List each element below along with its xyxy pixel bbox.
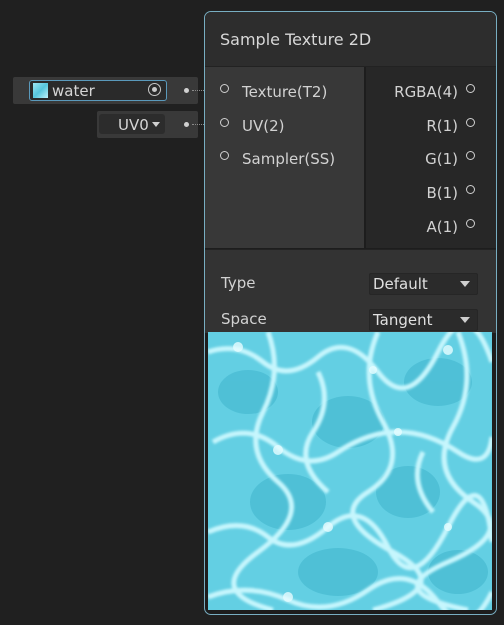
- g-output-port-icon[interactable]: [466, 151, 475, 160]
- texture-input-connector[interactable]: [184, 88, 189, 93]
- node-header[interactable]: Sample Texture 2D: [205, 12, 496, 67]
- uv-port-icon[interactable]: [220, 118, 229, 127]
- texture-thumbnail: [33, 83, 48, 98]
- texture-input-box: water: [13, 77, 198, 104]
- input-port-label-sampler: Sampler(SS): [242, 150, 336, 168]
- type-value: Default: [373, 275, 428, 293]
- chevron-down-icon: [152, 122, 160, 127]
- output-port-label-r: R(1): [426, 117, 458, 135]
- chevron-down-icon: [460, 317, 470, 323]
- output-port-label-b: B(1): [426, 184, 458, 202]
- node-settings: Type Default Space Tangent: [205, 249, 496, 333]
- output-ports: RGBA(4) R(1) G(1) B(1) A(1): [366, 67, 496, 248]
- chevron-down-icon: [460, 281, 470, 287]
- rgba-output-port-icon[interactable]: [466, 84, 475, 93]
- texture-preview: [207, 321, 495, 614]
- a-output-port-icon[interactable]: [466, 219, 475, 228]
- b-output-port-icon[interactable]: [466, 185, 475, 194]
- texture-name: water: [52, 82, 95, 100]
- uv-channel-dropdown[interactable]: UV0: [99, 114, 165, 134]
- object-picker-target-icon[interactable]: [148, 83, 161, 96]
- space-dropdown[interactable]: Tangent: [369, 309, 478, 331]
- r-output-port-icon[interactable]: [466, 118, 475, 127]
- type-label: Type: [221, 274, 256, 292]
- uv-input-box: UV0: [97, 111, 198, 138]
- output-port-label-rgba: RGBA(4): [394, 83, 458, 101]
- water-caustics-image: [207, 321, 495, 614]
- texture-port-icon[interactable]: [220, 84, 229, 93]
- sampler-port-icon[interactable]: [220, 151, 229, 160]
- input-ports: Texture(T2) UV(2) Sampler(SS): [205, 67, 364, 248]
- output-port-label-g: G(1): [425, 150, 458, 168]
- uv-channel-value: UV0: [118, 116, 149, 134]
- input-port-label-uv: UV(2): [242, 117, 285, 135]
- sample-texture-2d-node[interactable]: Sample Texture 2D Texture(T2) UV(2) Samp…: [204, 11, 497, 615]
- texture-object-field[interactable]: water: [29, 80, 167, 101]
- space-label: Space: [221, 310, 267, 328]
- input-port-label-texture: Texture(T2): [242, 83, 328, 101]
- uv-input-connector[interactable]: [184, 122, 189, 127]
- output-port-label-a: A(1): [426, 218, 458, 236]
- space-value: Tangent: [373, 311, 433, 329]
- type-dropdown[interactable]: Default: [369, 273, 478, 295]
- node-title: Sample Texture 2D: [220, 30, 372, 49]
